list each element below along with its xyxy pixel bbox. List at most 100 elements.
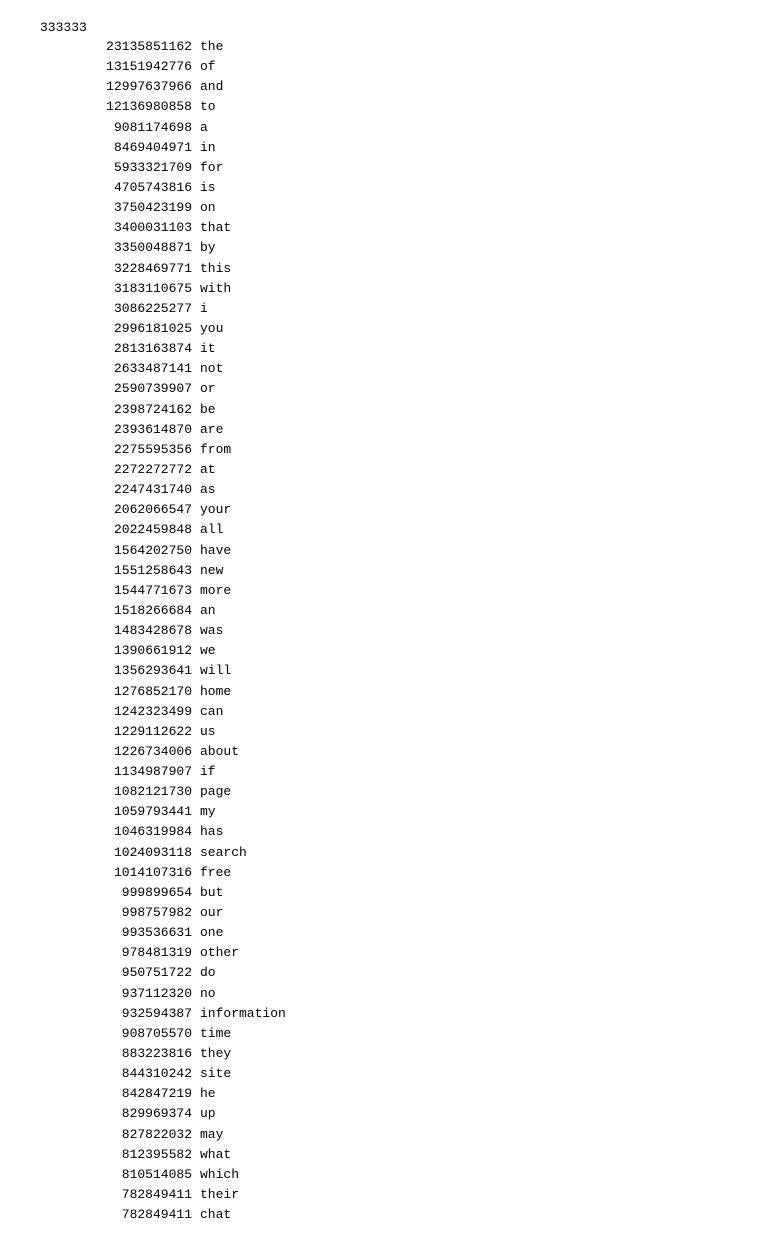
row-number: 5933321709 bbox=[40, 158, 200, 178]
table-row: 1014107316free bbox=[40, 863, 728, 883]
table-row: 1242323499can bbox=[40, 702, 728, 722]
row-word: your bbox=[200, 500, 231, 520]
table-row: 2022459848all bbox=[40, 520, 728, 540]
table-row: 4705743816is bbox=[40, 178, 728, 198]
table-row: 1518266684an bbox=[40, 601, 728, 621]
row-number: 1059793441 bbox=[40, 802, 200, 822]
row-word: more bbox=[200, 581, 231, 601]
row-word: information bbox=[200, 1004, 286, 1024]
row-word: can bbox=[200, 702, 223, 722]
table-row: 3183110675with bbox=[40, 279, 728, 299]
row-word: an bbox=[200, 601, 216, 621]
row-number: 1551258643 bbox=[40, 561, 200, 581]
table-row: 1226734006about bbox=[40, 742, 728, 762]
row-word: us bbox=[200, 722, 216, 742]
table-row: 1390661912we bbox=[40, 641, 728, 661]
row-word: search bbox=[200, 843, 247, 863]
row-word: as bbox=[200, 480, 216, 500]
table-row: 883223816they bbox=[40, 1044, 728, 1064]
row-word: all bbox=[200, 520, 223, 540]
row-number: 1564202750 bbox=[40, 541, 200, 561]
row-number: 782849411 bbox=[40, 1185, 200, 1205]
row-word: free bbox=[200, 863, 231, 883]
row-number: 1024093118 bbox=[40, 843, 200, 863]
row-number: 2022459848 bbox=[40, 520, 200, 540]
row-number: 2247431740 bbox=[40, 480, 200, 500]
table-row: 3400031103that bbox=[40, 218, 728, 238]
row-number: 1082121730 bbox=[40, 782, 200, 802]
table-row: 3086225277i bbox=[40, 299, 728, 319]
table-row: 810514085which bbox=[40, 1165, 728, 1185]
row-word: are bbox=[200, 420, 223, 440]
table-row: 1134987907if bbox=[40, 762, 728, 782]
row-number: 13151942776 bbox=[40, 57, 200, 77]
row-number: 23135851162 bbox=[40, 37, 200, 57]
row-word: you bbox=[200, 319, 223, 339]
row-word: that bbox=[200, 218, 231, 238]
table-row: 993536631one bbox=[40, 923, 728, 943]
table-row: 2996181025you bbox=[40, 319, 728, 339]
row-number: 1014107316 bbox=[40, 863, 200, 883]
row-number: 1390661912 bbox=[40, 641, 200, 661]
table-row: 8469404971in bbox=[40, 138, 728, 158]
table-row: 2247431740as bbox=[40, 480, 728, 500]
row-word: from bbox=[200, 440, 231, 460]
row-word: with bbox=[200, 279, 231, 299]
row-number: 2633487141 bbox=[40, 359, 200, 379]
table-row: 998757982our bbox=[40, 903, 728, 923]
table-row: 2275595356from bbox=[40, 440, 728, 460]
row-number: 8469404971 bbox=[40, 138, 200, 158]
table-row: 23135851162the bbox=[40, 37, 728, 57]
row-word: no bbox=[200, 984, 216, 1004]
row-number: 12997637966 bbox=[40, 77, 200, 97]
table-row: 1059793441my bbox=[40, 802, 728, 822]
row-word: on bbox=[200, 198, 216, 218]
row-number: 1483428678 bbox=[40, 621, 200, 641]
row-word: for bbox=[200, 158, 223, 178]
row-word: my bbox=[200, 802, 216, 822]
row-number: 1276852170 bbox=[40, 682, 200, 702]
row-number: 908705570 bbox=[40, 1024, 200, 1044]
row-number: 2393614870 bbox=[40, 420, 200, 440]
row-word: page bbox=[200, 782, 231, 802]
table-row: 1024093118search bbox=[40, 843, 728, 863]
row-number: 12136980858 bbox=[40, 97, 200, 117]
row-number: 1544771673 bbox=[40, 581, 200, 601]
table-row: 932594387information bbox=[40, 1004, 728, 1024]
table-row: 1046319984has bbox=[40, 822, 728, 842]
table-row: 1356293641will bbox=[40, 661, 728, 681]
row-word: be bbox=[200, 400, 216, 420]
table-row: 782849411their bbox=[40, 1185, 728, 1205]
row-number: 827822032 bbox=[40, 1125, 200, 1145]
table-row: 2398724162be bbox=[40, 400, 728, 420]
row-number: 9081174698 bbox=[40, 118, 200, 138]
table-row: 978481319other bbox=[40, 943, 728, 963]
table-row: 827822032may bbox=[40, 1125, 728, 1145]
row-number: 844310242 bbox=[40, 1064, 200, 1084]
row-word: new bbox=[200, 561, 223, 581]
row-number: 812395582 bbox=[40, 1145, 200, 1165]
row-number: 1046319984 bbox=[40, 822, 200, 842]
table-row: 12136980858to bbox=[40, 97, 728, 117]
table-row: 9081174698a bbox=[40, 118, 728, 138]
row-number: 2062066547 bbox=[40, 500, 200, 520]
row-number: 1229112622 bbox=[40, 722, 200, 742]
row-word: site bbox=[200, 1064, 231, 1084]
table-row: 937112320no bbox=[40, 984, 728, 1004]
row-word: time bbox=[200, 1024, 231, 1044]
row-word: one bbox=[200, 923, 223, 943]
table-row: 812395582what bbox=[40, 1145, 728, 1165]
row-number: 1134987907 bbox=[40, 762, 200, 782]
row-number: 883223816 bbox=[40, 1044, 200, 1064]
row-word: other bbox=[200, 943, 239, 963]
header-value: 333333 bbox=[40, 20, 728, 35]
table-row: 1564202750have bbox=[40, 541, 728, 561]
row-word: what bbox=[200, 1145, 231, 1165]
row-number: 842847219 bbox=[40, 1084, 200, 1104]
table-row: 3228469771this bbox=[40, 259, 728, 279]
row-word: may bbox=[200, 1125, 223, 1145]
row-word: they bbox=[200, 1044, 231, 1064]
table-row: 12997637966and bbox=[40, 77, 728, 97]
table-row: 13151942776of bbox=[40, 57, 728, 77]
row-word: in bbox=[200, 138, 216, 158]
